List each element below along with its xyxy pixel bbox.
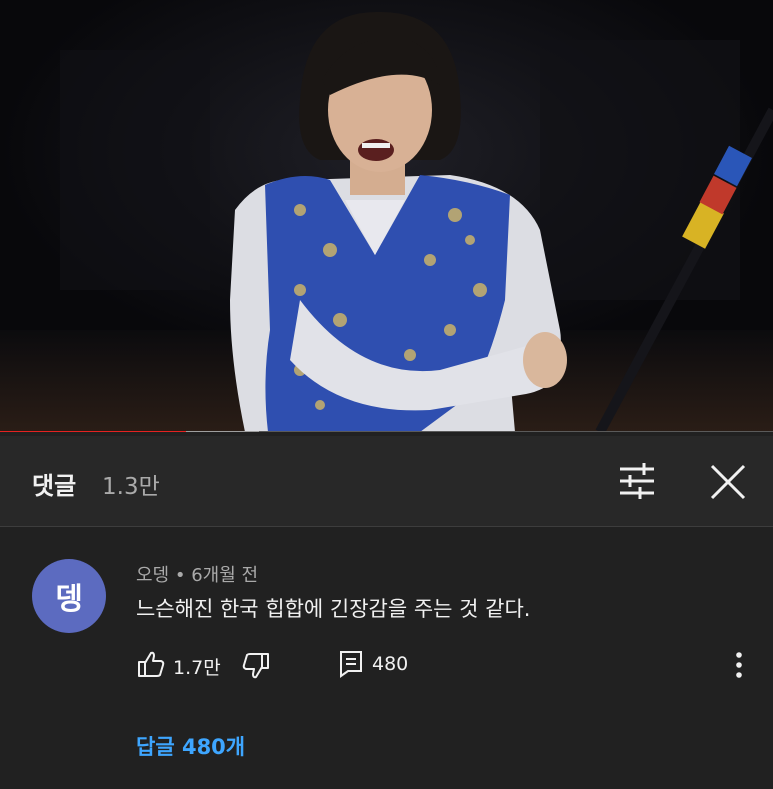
avatar[interactable]: 뎅 [32,559,106,633]
comments-header: 댓글 1.3만 [0,436,773,526]
video-played-bar [0,431,186,432]
reply-icon [340,651,362,678]
close-comments-button[interactable] [704,458,752,506]
comment-text: 느슨해진 한국 힙합에 긴장감을 주는 것 같다. [136,597,531,621]
like-button[interactable] [136,649,166,679]
video-frame-image [0,0,773,432]
meta-separator: • [174,565,192,586]
more-options-button[interactable] [726,650,752,680]
header-divider [0,526,773,527]
close-icon [710,464,746,500]
like-count: 1.7만 [173,657,221,679]
reply-count: 480 [372,653,409,675]
view-replies-link[interactable]: 답글 480개 [136,731,245,761]
thumbs-down-icon [242,653,269,679]
comment-author[interactable]: 오뎅 [136,565,169,586]
sort-filter-button[interactable] [614,460,660,502]
comments-count: 1.3만 [102,474,160,500]
video-progress-bar[interactable] [0,431,773,432]
comment-time: 6개월 전 [191,565,259,586]
video-player[interactable] [0,0,773,432]
dislike-button[interactable] [241,651,271,681]
reply-button[interactable] [338,650,364,678]
sliders-icon [620,463,654,499]
comments-title: 댓글 [32,472,77,500]
more-vert-icon [736,652,742,678]
comment-meta: 오뎅 • 6개월 전 [136,561,258,587]
thumbs-up-icon [138,651,165,677]
